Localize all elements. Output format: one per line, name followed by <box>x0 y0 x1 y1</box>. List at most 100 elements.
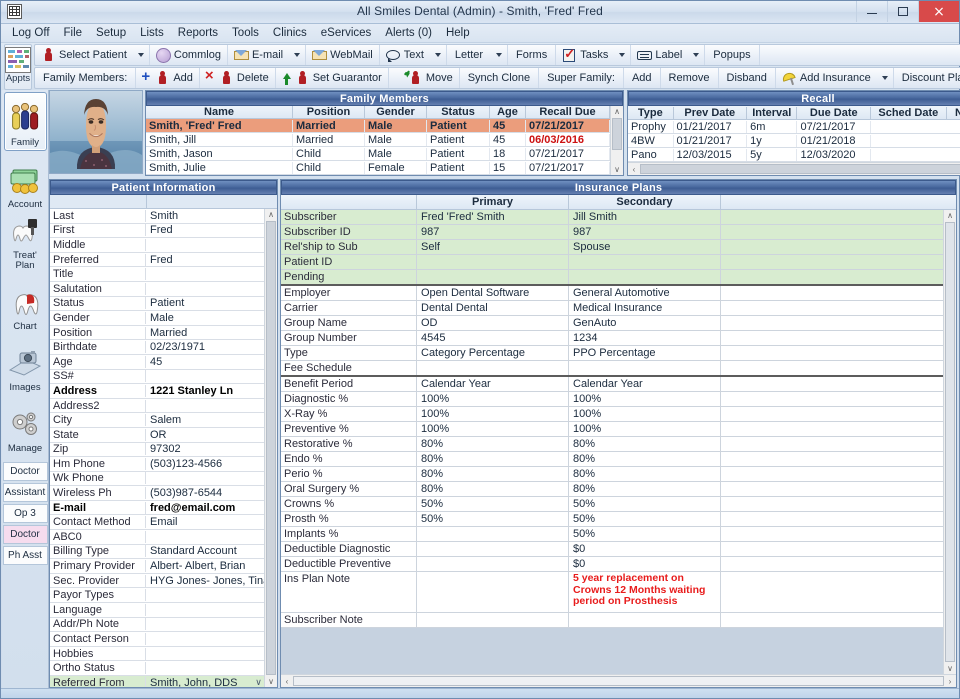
patient-info-row[interactable]: CitySalem <box>50 413 264 428</box>
patient-info-row[interactable]: ABC0 <box>50 530 264 545</box>
menu-item-log-off[interactable]: Log Off <box>5 26 57 40</box>
status-button-doctor-0[interactable]: Doctor <box>3 462 48 481</box>
recall-col-interval[interactable]: Interval <box>747 107 797 119</box>
patient-info-row[interactable]: Ortho Status <box>50 661 264 676</box>
recall-col-prev-date[interactable]: Prev Date <box>674 107 748 119</box>
recall-col-type[interactable]: Type <box>628 107 674 119</box>
insurance-row[interactable]: Perio %80%80% <box>281 467 943 482</box>
patient-info-row[interactable]: Hobbies <box>50 647 264 662</box>
family-col-gender[interactable]: Gender <box>365 106 427 118</box>
patient-info-row[interactable]: Address2 <box>50 399 264 414</box>
patient-info-row[interactable]: Birthdate02/23/1971 <box>50 340 264 355</box>
family-col-status[interactable]: Status <box>427 106 490 118</box>
insurance-row[interactable]: Deductible Preventive$0 <box>281 557 943 572</box>
patient-info-row[interactable]: Referred FromSmith, John, DDS∨ <box>50 676 264 687</box>
toolbar-button-discount-plan[interactable]: Discount Plan <box>894 68 960 88</box>
scroll-down-icon[interactable]: ∨ <box>611 164 623 175</box>
insurance-row[interactable]: Benefit PeriodCalendar YearCalendar Year <box>281 377 943 392</box>
insurance-row[interactable]: Prosth %50%50% <box>281 512 943 527</box>
toolbar-button-set-guarantor[interactable]: Set Guarantor <box>276 68 389 88</box>
table-row[interactable]: Smith, JillMarriedMalePatient4506/03/201… <box>146 133 610 147</box>
insurance-row[interactable]: Diagnostic %100%100% <box>281 392 943 407</box>
menu-item-help[interactable]: Help <box>439 26 477 40</box>
insurance-row[interactable]: Crowns %50%50% <box>281 497 943 512</box>
sidebar-item-manage[interactable]: Manage <box>4 397 47 456</box>
minimize-button[interactable] <box>856 1 887 22</box>
toolbar-button-commlog[interactable]: Commlog <box>150 45 228 65</box>
recall-col-due-date[interactable]: Due Date <box>797 107 871 119</box>
patient-info-row[interactable]: Primary ProviderAlbert- Albert, Brian <box>50 559 264 574</box>
toolbar-button-disband[interactable]: Disband <box>719 68 776 88</box>
family-members-scrollbar[interactable]: ∧ ∨ <box>610 106 623 175</box>
sidebar-item-treat-plan[interactable]: Treat'Plan <box>4 214 47 273</box>
table-row[interactable]: Smith, 'Fred' FredMarriedMalePatient4507… <box>146 119 610 133</box>
table-row[interactable]: Smith, JulieChildFemalePatient1507/21/20… <box>146 161 610 175</box>
insurance-row[interactable]: Subscriber Note <box>281 613 943 628</box>
toolbar-button-synch-clone[interactable]: Synch Clone <box>460 68 539 88</box>
patient-info-row[interactable]: Billing TypeStandard Account <box>50 545 264 560</box>
sidebar-item-account[interactable]: Account <box>4 153 47 212</box>
patient-info-row[interactable]: Middle <box>50 238 264 253</box>
insurance-row[interactable]: Rel'ship to SubSelfSpouse <box>281 240 943 255</box>
toolbar-button-move[interactable]: Move <box>389 68 460 88</box>
insurance-row[interactable]: Oral Surgery %80%80% <box>281 482 943 497</box>
scroll-right-icon[interactable]: › <box>944 677 956 686</box>
patient-info-row[interactable]: Language <box>50 603 264 618</box>
insurance-row[interactable]: SubscriberFred 'Fred' SmithJill Smith <box>281 210 943 225</box>
insurance-row[interactable]: Deductible Diagnostic$0 <box>281 542 943 557</box>
dropdown-text[interactable] <box>430 45 447 65</box>
toolbar-button-select-patient[interactable]: Select Patient <box>35 45 133 65</box>
scroll-down-icon[interactable]: ∨ <box>944 663 956 674</box>
family-col-position[interactable]: Position <box>293 106 365 118</box>
insurance-row[interactable]: TypeCategory PercentagePPO Percentage <box>281 346 943 361</box>
patient-info-row[interactable]: GenderMale <box>50 311 264 326</box>
insurance-row[interactable]: EmployerOpen Dental SoftwareGeneral Auto… <box>281 286 943 301</box>
maximize-button[interactable] <box>887 1 918 22</box>
scroll-up-icon[interactable]: ∧ <box>944 210 956 221</box>
patient-info-row[interactable]: PositionMarried <box>50 326 264 341</box>
patient-photo[interactable] <box>49 90 143 174</box>
patient-info-row[interactable]: Salutation <box>50 282 264 297</box>
toolbar-button-add-insurance[interactable]: Add Insurance <box>776 68 877 88</box>
scroll-up-icon[interactable]: ∧ <box>265 209 277 220</box>
toolbar-button-tasks[interactable]: Tasks <box>556 45 614 65</box>
dropdown-label[interactable] <box>688 45 705 65</box>
patient-info-row[interactable]: Contact MethodEmail <box>50 515 264 530</box>
menu-item-alerts-0[interactable]: Alerts (0) <box>378 26 439 40</box>
insurance-plans-hscrollbar[interactable]: ‹ › <box>281 674 956 687</box>
insurance-row[interactable]: Fee Schedule <box>281 361 943 377</box>
menu-item-setup[interactable]: Setup <box>89 26 133 40</box>
toolbar-button-add[interactable]: Add <box>136 68 200 88</box>
insurance-row[interactable]: Endo %80%80% <box>281 452 943 467</box>
patient-info-row[interactable]: Zip97302 <box>50 443 264 458</box>
status-button-doctor-3[interactable]: Doctor <box>3 525 48 544</box>
scroll-left-icon[interactable]: ‹ <box>281 677 293 686</box>
sidebar-item-images[interactable]: Images <box>4 336 47 395</box>
table-row[interactable]: Pano12/03/20155y12/03/2020 <box>628 148 960 162</box>
menu-item-eservices[interactable]: eServices <box>314 26 379 40</box>
status-button-ph-asst-4[interactable]: Ph Asst <box>3 546 48 565</box>
status-button-assistant-1[interactable]: Assistant <box>3 483 48 502</box>
insurance-row[interactable]: Pending <box>281 270 943 286</box>
menu-item-file[interactable]: File <box>57 26 90 40</box>
patient-info-row[interactable]: StatusPatient <box>50 297 264 312</box>
scroll-thumb[interactable] <box>612 118 622 150</box>
patient-info-row[interactable]: PreferredFred <box>50 253 264 268</box>
insurance-row[interactable]: Subscriber ID987987 <box>281 225 943 240</box>
dropdown-tasks[interactable] <box>614 45 631 65</box>
patient-info-row[interactable]: Age45 <box>50 355 264 370</box>
table-row[interactable]: 4BW01/21/20171y01/21/2018 <box>628 134 960 148</box>
patient-info-row[interactable]: StateOR <box>50 428 264 443</box>
family-col-age[interactable]: Age <box>490 106 526 118</box>
toolbar-button-label[interactable]: Label <box>631 45 688 65</box>
insurance-row[interactable]: CarrierDental DentalMedical Insurance <box>281 301 943 316</box>
patient-information-scrollbar[interactable]: ∧ ∨ <box>264 209 277 687</box>
hscroll-thumb[interactable] <box>640 164 960 174</box>
toolbar-button-e-mail[interactable]: E-mail <box>228 45 289 65</box>
scroll-up-icon[interactable]: ∧ <box>611 106 623 117</box>
recall-hscrollbar[interactable]: ‹ › <box>628 162 960 175</box>
scroll-left-icon[interactable]: ‹ <box>628 165 640 174</box>
insurance-row[interactable]: Group Number45451234 <box>281 331 943 346</box>
scroll-thumb[interactable] <box>266 221 276 675</box>
toolbar-button-delete[interactable]: Delete <box>200 68 276 88</box>
